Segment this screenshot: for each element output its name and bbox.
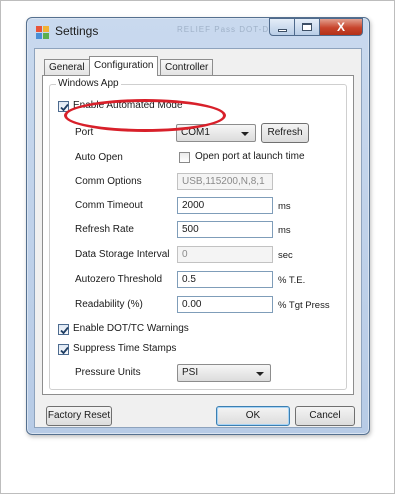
timestamps-label: Suppress Time Stamps [73,343,177,354]
autozero-field[interactable]: 0.5 [177,271,273,288]
readability-unit: % Tgt Press [278,300,330,311]
tab-general[interactable]: General [44,59,90,75]
group-label: Windows App [56,78,121,89]
data-storage-unit: sec [278,250,293,261]
cancel-button[interactable]: Cancel [295,406,355,426]
port-select[interactable]: COM1 [176,124,256,142]
readability-label: Readability (%) [75,299,143,310]
dot-tc-label: Enable DOT/TC Warnings [73,323,189,334]
caption-buttons: X [269,18,363,37]
comm-timeout-unit: ms [278,201,291,212]
settings-window: Settings RELIEF Pass DOT-DAL 000 X Gener… [26,17,370,435]
windows-app-group: Windows App Enable Automated Mode Port C… [49,78,347,390]
refresh-button[interactable]: Refresh [261,123,309,143]
comm-timeout-label: Comm Timeout [75,200,143,211]
automated-mode-checkbox[interactable] [58,101,69,112]
dot-tc-checkbox[interactable] [58,324,69,335]
refresh-rate-label: Refresh Rate [75,224,134,235]
comm-timeout-field[interactable]: 2000 [177,197,273,214]
checkmark-icon [60,326,69,335]
autozero-label: Autozero Threshold [75,274,163,285]
comm-options-label: Comm Options [75,176,142,187]
port-label: Port [75,127,94,138]
maximize-button[interactable] [295,18,320,36]
close-icon: X [336,20,345,34]
close-button[interactable]: X [320,18,363,36]
timestamps-checkbox[interactable] [58,344,69,355]
auto-open-checkbox[interactable] [179,152,190,163]
auto-open-checkbox-label: Open port at launch time [195,151,305,162]
refresh-rate-field[interactable]: 500 [177,221,273,238]
comm-options-field[interactable]: USB,115200,N,8,1 [177,173,273,190]
chevron-down-icon [256,372,264,376]
ok-button[interactable]: OK [216,406,290,426]
port-value: COM1 [181,127,210,138]
chevron-down-icon [241,132,249,136]
maximize-icon [302,23,312,31]
checkmark-icon [60,346,69,355]
factory-reset-button[interactable]: Factory Reset [46,406,112,426]
pressure-units-value: PSI [182,367,199,378]
tab-configuration[interactable]: Configuration [89,56,159,76]
automated-mode-label: Enable Automated Mode [73,100,183,111]
readability-field[interactable]: 0.00 [177,296,273,313]
tab-controller[interactable]: Controller [160,59,214,75]
pressure-units-label: Pressure Units [75,367,141,378]
checkmark-icon [60,103,69,112]
auto-open-label: Auto Open [75,152,123,163]
autozero-unit: % T.E. [278,275,306,286]
configuration-panel: Windows App Enable Automated Mode Port C… [42,75,354,395]
refresh-rate-unit: ms [278,225,291,236]
dialog-client-area: General Configuration Controller Windows… [34,48,362,428]
data-storage-label: Data Storage Interval [75,249,170,260]
app-icon [36,26,49,39]
minimize-button[interactable] [269,18,295,36]
data-storage-field[interactable]: 0 [177,246,273,263]
window-title: Settings [55,24,99,38]
pressure-units-select[interactable]: PSI [177,364,271,382]
minimize-icon [277,28,287,32]
title-bar[interactable]: Settings RELIEF Pass DOT-DAL 000 X [27,18,369,48]
